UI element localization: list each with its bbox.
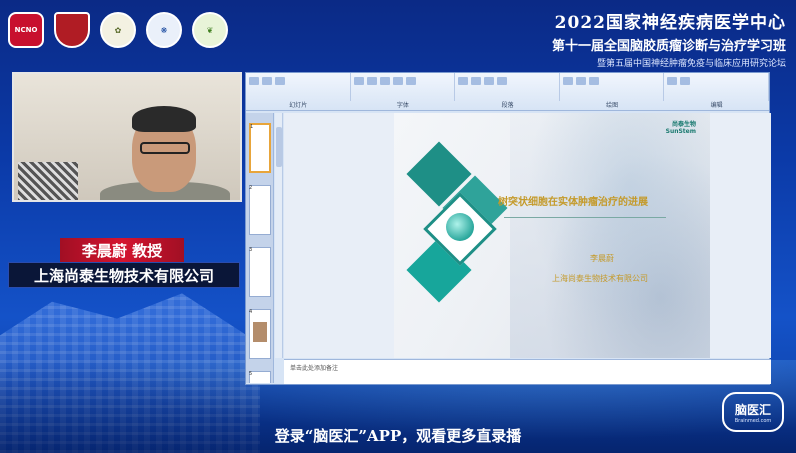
slide-thumbnail-pane: 1 2 3 4 5 <box>246 113 274 383</box>
cell-image <box>446 213 474 241</box>
speaker-company: 上海尚泰生物技术有限公司 <box>8 262 240 288</box>
arrange-button[interactable] <box>575 77 586 85</box>
slide-thumbnail[interactable]: 2 <box>249 185 271 235</box>
powerpoint-window[interactable]: 幻灯片 字体 段落 绘图 编辑 1 2 3 4 5 尚泰生物 SunStem 树… <box>245 72 771 385</box>
slide[interactable]: 尚泰生物 SunStem 树突状细胞在实体肿瘤治疗的进展 李晨蔚 上海尚泰生物技… <box>394 113 710 358</box>
bullets-button[interactable] <box>484 77 495 85</box>
speaker-glasses <box>140 142 190 154</box>
bottom-caption: 登录“脑医汇”APP，观看更多直录播 <box>274 427 522 445</box>
ribbon: 幻灯片 字体 段落 绘图 编辑 <box>246 73 769 111</box>
align-center-button[interactable] <box>471 77 482 85</box>
ribbon-group-slides <box>246 73 351 101</box>
slide-title: 树突状细胞在实体肿瘤治疗的进展 <box>498 197 648 208</box>
university-shield-logo <box>54 12 90 48</box>
new-slide-button[interactable] <box>249 77 259 85</box>
brainmed-logo: 脑医汇 Brainmed.com <box>722 392 784 432</box>
slide-company: 上海尚泰生物技术有限公司 <box>552 274 648 283</box>
ncno-logo: NCNO <box>8 12 44 48</box>
ribbon-group-paragraph <box>455 73 560 101</box>
seal-logo-2: ❋ <box>146 12 182 48</box>
font-size-button[interactable] <box>405 77 416 85</box>
ribbon-label-drawing: 绘图 <box>606 102 619 109</box>
ribbon-group-font <box>351 73 456 101</box>
slide-brand: 尚泰生物 SunStem <box>665 121 696 135</box>
slide-canvas: 尚泰生物 SunStem 树突状细胞在实体肿瘤治疗的进展 李晨蔚 上海尚泰生物技… <box>284 113 771 358</box>
event-title: 2022国家神经疾病医学中心 <box>554 13 786 33</box>
wall-picture <box>18 162 78 200</box>
slide-thumbnail[interactable]: 5 <box>249 371 271 383</box>
slide-thumbnail[interactable]: 1 <box>249 123 271 173</box>
event-title-block: 2022国家神经疾病医学中心 第十一届全国脑胶质瘤诊断与治疗学习班 暨第五届中国… <box>552 8 786 69</box>
layout-button[interactable] <box>262 77 272 85</box>
reset-button[interactable] <box>275 77 285 85</box>
scrollbar-thumb[interactable] <box>276 127 282 167</box>
ribbon-label-paragraph: 段落 <box>501 102 514 109</box>
italic-button[interactable] <box>366 77 377 85</box>
thumbnail-scrollbar[interactable] <box>275 113 283 358</box>
ribbon-label-slides: 幻灯片 <box>289 102 308 109</box>
slide-background-photo <box>510 113 710 358</box>
shapes-button[interactable] <box>562 77 573 85</box>
underline-button[interactable] <box>379 77 390 85</box>
slide-thumbnail[interactable]: 4 <box>249 309 271 359</box>
replace-button[interactable] <box>680 77 691 85</box>
slide-author: 李晨蔚 <box>590 254 614 263</box>
speaker-hair <box>132 106 196 132</box>
bold-button[interactable] <box>353 77 364 85</box>
font-color-button[interactable] <box>392 77 403 85</box>
logo-row: NCNO ✿ ❋ ❦ <box>8 12 228 48</box>
slide-thumbnail[interactable]: 3 <box>249 247 271 297</box>
speaker-video <box>12 72 242 202</box>
align-left-button[interactable] <box>458 77 469 85</box>
seal-logo-3: ❦ <box>192 12 228 48</box>
find-button[interactable] <box>667 77 678 85</box>
seal-logo-1: ✿ <box>100 12 136 48</box>
slide-divider <box>504 217 666 218</box>
thumbnail-photo <box>253 322 267 342</box>
ribbon-label-font: 字体 <box>396 102 409 109</box>
quick-styles-button[interactable] <box>588 77 599 85</box>
numbering-button[interactable] <box>497 77 508 85</box>
event-subtitle-2: 暨第五届中国神经肿瘤免疫与临床应用研究论坛 <box>596 59 786 69</box>
speaker-name: 李晨蔚 教授 <box>60 238 184 262</box>
ribbon-group-drawing <box>560 73 665 101</box>
ribbon-label-editing: 编辑 <box>710 102 723 109</box>
event-subtitle: 第十一届全国脑胶质瘤诊断与治疗学习班 <box>551 39 786 54</box>
ribbon-group-editing <box>664 73 769 101</box>
notes-pane[interactable]: 单击此处添加备注 <box>284 359 771 384</box>
